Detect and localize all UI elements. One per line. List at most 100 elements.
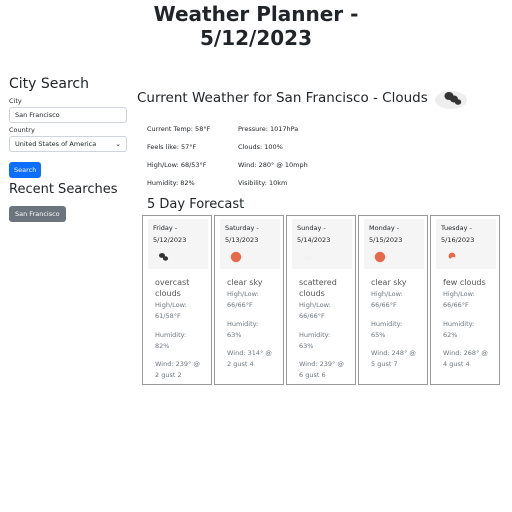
forecast-gust-value: 5 gust 7 — [371, 360, 398, 368]
forecast-card: Sunday - 5/14/2023 scattered clouds High… — [286, 215, 356, 385]
forecast-day-name: Monday - — [369, 224, 400, 232]
forecast-wind: Wind: 239° @ 6 gust 6 — [299, 359, 355, 381]
forecast-humidity: Humidity: 62% — [443, 319, 499, 341]
forecast-day: Friday - 5/12/2023 — [153, 222, 186, 246]
city-search-panel: City Search City San Francisco Country U… — [9, 76, 127, 222]
forecast-humidity-label: Humidity: — [227, 320, 259, 328]
forecast-humidity-label: Humidity: — [443, 320, 475, 328]
forecast-wind: Wind: 268° @ 4 gust 4 — [443, 348, 499, 370]
forecast-humidity: Humidity: 82% — [155, 330, 211, 352]
visibility: Visibility: 10km — [238, 179, 288, 187]
forecast-highlow-label: High/Low: — [155, 301, 187, 309]
city-input[interactable]: San Francisco — [9, 107, 127, 123]
forecast-gust-value: 6 gust 6 — [299, 371, 326, 379]
forecast-card-header: Sunday - 5/14/2023 — [292, 219, 352, 269]
forecast-wind: Wind: 314° @ 2 gust 4 — [227, 348, 283, 370]
forecast-day-name: Sunday - — [297, 224, 326, 232]
page-title-line2: 5/12/2023 — [199, 26, 313, 50]
history-button-san-francisco[interactable]: San Francisco — [9, 206, 66, 222]
forecast-day-name: Friday - — [153, 224, 178, 232]
city-search-heading: City Search — [9, 76, 89, 92]
clouds: Clouds: 100% — [238, 143, 283, 151]
forecast-humidity-value: 82% — [155, 342, 170, 350]
forecast-highlow-label: High/Low: — [299, 301, 331, 309]
forecast-gust-value: 4 gust 4 — [443, 360, 470, 368]
page-title-line1: Weather Planner - — [153, 2, 359, 26]
forecast-description: overcast clouds — [155, 278, 190, 298]
forecast-description: few clouds — [443, 278, 486, 287]
forecast-humidity-label: Humidity: — [371, 320, 403, 328]
forecast-wind: Wind: 239° @ 2 gust 2 — [155, 359, 211, 381]
forecast-gust-value: 2 gust 2 — [155, 371, 182, 379]
forecast-highlow: High/Low: 66/66°F — [227, 289, 283, 311]
forecast-description: clear sky — [371, 278, 407, 287]
forecast-highlow: High/Low: 66/66°F — [443, 289, 499, 311]
search-button[interactable]: Search — [9, 162, 42, 178]
forecast-date: 5/13/2023 — [225, 236, 259, 244]
scattered-clouds-icon — [304, 255, 312, 261]
forecast-wind-value: Wind: 239° @ — [155, 360, 200, 368]
forecast-highlow-label: High/Low: — [227, 290, 259, 298]
current-weather: Current Weather for San Francisco - Clou… — [137, 86, 497, 187]
forecast-heading: 5 Day Forecast — [147, 197, 245, 212]
current-temp: Current Temp: 58°F — [147, 125, 211, 133]
current-weather-title: Current Weather for San Francisco - Clou… — [137, 90, 428, 106]
forecast-cards: Friday - 5/12/2023 overcast clouds High/… — [142, 215, 502, 387]
forecast-date: 5/12/2023 — [153, 236, 187, 244]
forecast-date: 5/14/2023 — [297, 236, 331, 244]
forecast-highlow-value: 61/58°F — [155, 312, 181, 320]
city-input-value: San Francisco — [15, 111, 60, 119]
forecast-highlow-label: High/Low: — [443, 290, 475, 298]
forecast-wind-value: Wind: 314° @ — [227, 349, 272, 357]
forecast-day-name: Saturday - — [225, 224, 259, 232]
forecast-humidity: Humidity: 63% — [227, 319, 283, 341]
forecast-card: Friday - 5/12/2023 overcast clouds High/… — [142, 215, 212, 385]
forecast-wind-value: Wind: 248° @ — [371, 349, 416, 357]
forecast-description: scattered clouds — [299, 278, 337, 298]
forecast-humidity-value: 63% — [299, 342, 314, 350]
forecast-wind-value: Wind: 268° @ — [443, 349, 488, 357]
forecast-highlow: High/Low: 66/66°F — [299, 300, 355, 322]
forecast-day: Sunday - 5/14/2023 — [297, 222, 330, 246]
chevron-down-icon: ⌄ — [115, 140, 121, 148]
forecast-date: 5/16/2023 — [441, 236, 475, 244]
forecast-day-name: Tuesday - — [441, 224, 472, 232]
forecast-card-header: Friday - 5/12/2023 — [148, 219, 208, 269]
feels-like: Feels like: 57°F — [147, 143, 197, 151]
forecast-description: clear sky — [227, 278, 263, 287]
wind: Wind: 280° @ 10mph — [238, 161, 308, 169]
country-select[interactable]: United States of America ⌄ — [9, 136, 127, 152]
forecast-highlow-value: 66/66°F — [371, 301, 397, 309]
forecast-humidity: Humidity: 65% — [371, 319, 427, 341]
forecast-highlow-value: 66/66°F — [443, 301, 469, 309]
forecast-gust-value: 2 gust 4 — [227, 360, 254, 368]
forecast-card-header: Tuesday - 5/16/2023 — [436, 219, 496, 269]
humidity: Humidity: 82% — [147, 179, 195, 187]
forecast-card: Tuesday - 5/16/2023 few clouds High/Low:… — [430, 215, 500, 385]
forecast-highlow-value: 66/66°F — [299, 312, 325, 320]
forecast-day: Tuesday - 5/16/2023 — [441, 222, 474, 246]
forecast-day: Saturday - 5/13/2023 — [225, 222, 259, 246]
high-low: High/Low: 68/53°F — [147, 161, 207, 169]
forecast-highlow-label: High/Low: — [371, 290, 403, 298]
clouds-icon — [434, 91, 467, 109]
country-select-value: United States of America — [15, 140, 97, 148]
forecast-humidity-label: Humidity: — [155, 331, 187, 339]
forecast-day: Monday - 5/15/2023 — [369, 222, 402, 246]
forecast-humidity-value: 62% — [443, 331, 458, 339]
forecast-card-header: Saturday - 5/13/2023 — [220, 219, 280, 269]
forecast-card: Monday - 5/15/2023 clear sky High/Low: 6… — [358, 215, 428, 385]
forecast-card: Saturday - 5/13/2023 clear sky High/Low:… — [214, 215, 284, 385]
country-label: Country — [9, 126, 35, 134]
forecast-humidity: Humidity: 63% — [299, 330, 355, 352]
forecast-highlow-value: 66/66°F — [227, 301, 253, 309]
forecast-humidity-label: Humidity: — [299, 331, 331, 339]
forecast-highlow: High/Low: 66/66°F — [371, 289, 427, 311]
city-label: City — [9, 97, 22, 105]
page-title: Weather Planner - 5/12/2023 — [0, 2, 512, 50]
recent-searches-heading: Recent Searches — [9, 182, 118, 197]
pressure: Pressure: 1017hPa — [238, 125, 299, 133]
forecast-date: 5/15/2023 — [369, 236, 403, 244]
broken-clouds-icon — [159, 253, 169, 261]
forecast-humidity-value: 65% — [371, 331, 386, 339]
